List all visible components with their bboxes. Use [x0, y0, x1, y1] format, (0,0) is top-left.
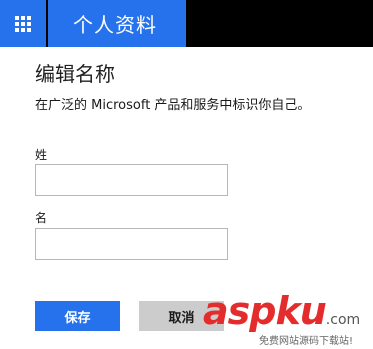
- last-name-field[interactable]: [35, 164, 228, 196]
- watermark-logo-suffix: .com: [325, 312, 361, 328]
- page-description: 在广泛的 Microsoft 产品和服务中标识你自己。: [35, 98, 311, 113]
- watermark-logo-asp: asp: [203, 289, 276, 333]
- app-launcher-button[interactable]: [0, 0, 46, 47]
- app-title-tile[interactable]: 个人资料: [48, 0, 186, 47]
- top-bar: 个人资料: [0, 0, 373, 47]
- edit-name-page: 个人资料 编辑名称 在广泛的 Microsoft 产品和服务中标识你自己。 姓 …: [0, 0, 373, 349]
- waffle-grid-icon: [15, 15, 31, 32]
- save-button[interactable]: 保存: [35, 301, 120, 331]
- first-name-label: 名: [35, 211, 48, 225]
- last-name-label: 姓: [35, 148, 48, 162]
- watermark-caption: 免费网站源码下载站!: [259, 336, 354, 347]
- watermark-logo-ku: ku: [275, 289, 326, 333]
- page-heading: 编辑名称: [35, 62, 115, 86]
- aspku-watermark: aspku.com 免费网站源码下载站!: [203, 289, 369, 347]
- first-name-field[interactable]: [35, 228, 228, 260]
- app-title: 个人资料: [73, 13, 157, 37]
